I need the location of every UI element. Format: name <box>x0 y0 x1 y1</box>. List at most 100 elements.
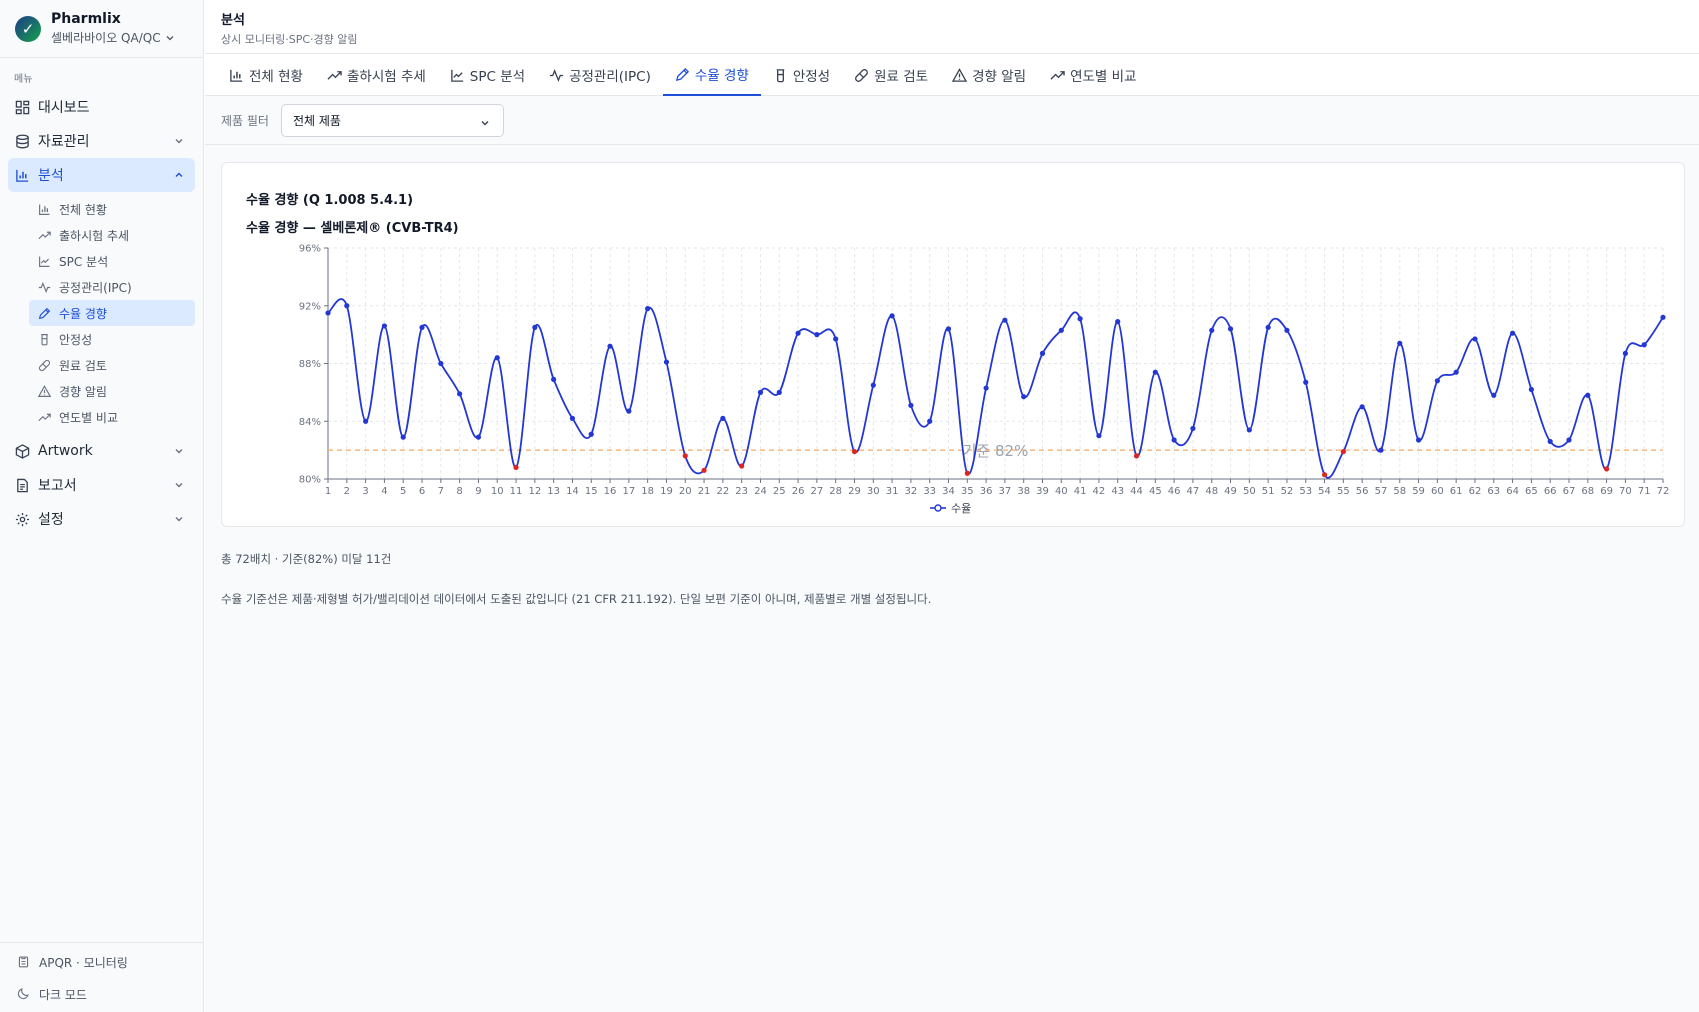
yield-point <box>1472 336 1478 342</box>
yield-point <box>438 360 444 367</box>
yield-point <box>814 332 820 338</box>
tab-spc[interactable]: SPC 분석 <box>438 54 537 96</box>
tab-trend-alert[interactable]: 경향 알림 <box>940 54 1038 96</box>
sidebar-subitem-label: 연도별 비교 <box>59 410 119 425</box>
x-tick-label: 9 <box>475 486 481 497</box>
x-tick-label: 17 <box>622 486 635 497</box>
yield-point <box>1566 437 1572 443</box>
trending-up-icon <box>37 228 51 242</box>
tab-yield-trend[interactable]: 수율 경향 <box>662 54 761 96</box>
legend-swatch-marker <box>934 504 942 512</box>
yield-point <box>1246 427 1252 433</box>
sidebar-subitem-release-trend[interactable]: 출하시험 추세 <box>29 222 195 248</box>
x-tick-label: 63 <box>1487 486 1500 497</box>
pill-icon <box>37 358 51 372</box>
sidebar-item-data[interactable]: 자료관리 <box>8 124 195 158</box>
yield-threshold-note: 수율 기준선은 제품·제형별 허가/밸리데이션 데이터에서 도출된 값입니다 (… <box>221 592 932 606</box>
dark-mode-toggle[interactable]: 다크 모드 <box>0 978 204 1010</box>
yield-point <box>1190 425 1196 432</box>
x-tick-label: 45 <box>1149 486 1162 497</box>
yield-point <box>588 431 594 437</box>
yield-point <box>1378 447 1384 453</box>
yield-point <box>1397 340 1403 346</box>
sidebar-item-label: 분석 <box>38 168 64 184</box>
tab-material-review[interactable]: 원료 검토 <box>842 54 940 96</box>
y-tick-label: 96% <box>299 244 321 255</box>
yield-point <box>1660 314 1666 320</box>
sidebar-item-settings[interactable]: 설정 <box>8 502 195 536</box>
yield-point <box>1547 438 1553 445</box>
yield-point-below-threshold <box>1321 472 1328 478</box>
y-tick-label: 80% <box>299 475 321 486</box>
sidebar-subitem-overview[interactable]: 전체 현황 <box>29 196 195 222</box>
sidebar-subitem-trend-alert[interactable]: 경향 알림 <box>29 378 195 404</box>
x-tick-label: 58 <box>1393 486 1406 497</box>
x-tick-label: 43 <box>1111 486 1124 497</box>
x-tick-label: 1 <box>325 486 331 497</box>
trending-up-icon <box>37 410 51 424</box>
sidebar-item-label: Artwork <box>38 443 93 459</box>
sidebar-item-analysis[interactable]: 분석 <box>8 158 195 192</box>
x-tick-label: 66 <box>1544 486 1557 497</box>
yield-point <box>569 415 576 421</box>
analysis-tabs: 전체 현황 출하시험 추세 SPC 분석 공정관리(IPC) 수율 경향 안정성… <box>205 54 1699 96</box>
sidebar-subitem-spc[interactable]: SPC 분석 <box>29 248 195 274</box>
yield-point <box>663 359 670 365</box>
yield-point <box>475 434 482 440</box>
tab-ipc[interactable]: 공정관리(IPC) <box>537 54 663 96</box>
x-tick-label: 50 <box>1243 486 1256 497</box>
sidebar-subitem-stability[interactable]: 안정성 <box>29 326 195 352</box>
org-switcher[interactable]: 셀베라바이오 QA/QC <box>51 29 175 46</box>
yield-point <box>1622 350 1628 356</box>
tab-yearly-compare[interactable]: 연도별 비교 <box>1038 54 1148 96</box>
sidebar-subitem-material-review[interactable]: 원료 검토 <box>29 352 195 378</box>
database-icon <box>14 133 30 149</box>
x-tick-label: 47 <box>1187 486 1200 497</box>
yield-point <box>1077 316 1083 322</box>
x-tick-label: 24 <box>754 486 767 497</box>
app-logo-icon: ✓ <box>15 15 41 42</box>
apqr-label: APQR · 모니터링 <box>39 955 128 970</box>
tab-overview[interactable]: 전체 현황 <box>217 54 315 96</box>
x-tick-label: 28 <box>829 486 842 497</box>
sidebar-subitem-yearly-compare[interactable]: 연도별 비교 <box>29 404 195 430</box>
yield-point <box>1209 327 1215 333</box>
sidebar-footer: APQR · 모니터링 다크 모드 <box>0 942 204 1012</box>
yield-point <box>833 336 839 342</box>
chevron-down-icon <box>481 120 489 125</box>
chevron-down-icon <box>175 139 183 144</box>
x-tick-label: 2 <box>344 486 350 497</box>
x-tick-label: 37 <box>999 486 1012 497</box>
sidebar-item-reports[interactable]: 보고서 <box>8 468 195 502</box>
yield-point <box>551 376 557 382</box>
x-tick-label: 57 <box>1375 486 1388 497</box>
chevron-down-icon <box>175 449 183 454</box>
yield-point <box>1039 350 1046 356</box>
tab-label: 전체 현황 <box>249 69 303 85</box>
sidebar-subitem-yield-trend[interactable]: 수율 경향 <box>29 300 195 326</box>
x-tick-label: 69 <box>1600 486 1613 497</box>
tab-label: 연도별 비교 <box>1070 69 1137 85</box>
apqr-monitoring-link[interactable]: APQR · 모니터링 <box>0 946 204 978</box>
x-tick-label: 21 <box>698 486 711 497</box>
chevron-down-icon <box>175 483 183 488</box>
sidebar-item-artwork[interactable]: Artwork <box>8 434 195 468</box>
x-tick-label: 33 <box>923 486 936 497</box>
yield-point <box>1303 379 1309 385</box>
x-tick-label: 19 <box>660 486 673 497</box>
sidebar-item-dashboard[interactable]: 대시보드 <box>8 90 195 124</box>
x-tick-label: 70 <box>1619 486 1632 497</box>
yield-point <box>532 324 538 331</box>
y-tick-label: 92% <box>299 301 321 312</box>
sidebar-subitem-ipc[interactable]: 공정관리(IPC) <box>29 274 195 300</box>
gear-icon <box>14 511 30 527</box>
tab-release-trend[interactable]: 출하시험 추세 <box>315 54 438 96</box>
x-tick-label: 59 <box>1412 486 1425 497</box>
pill-icon <box>854 68 869 83</box>
tab-stability[interactable]: 안정성 <box>761 54 842 96</box>
yield-point-below-threshold <box>682 453 688 459</box>
yield-point-below-threshold <box>739 463 745 469</box>
yield-point-below-threshold <box>1133 453 1140 459</box>
product-filter-select[interactable]: 전체 제품 <box>280 103 504 137</box>
y-tick-label: 84% <box>299 417 321 428</box>
